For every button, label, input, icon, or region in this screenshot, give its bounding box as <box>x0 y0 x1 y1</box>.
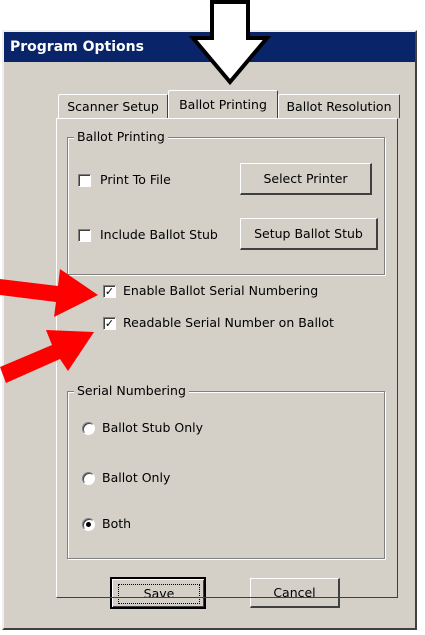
checkbox-label: Enable Ballot Serial Numbering <box>123 283 319 298</box>
radio-label: Ballot Only <box>102 470 171 485</box>
readable-serial-number-checkbox[interactable]: ✓ Readable Serial Number on Ballot <box>103 315 373 333</box>
checkbox-box[interactable]: ✓ <box>103 285 116 298</box>
checkbox-box[interactable] <box>78 174 91 187</box>
checkbox-box[interactable]: ✓ <box>103 317 116 330</box>
check-mark-icon: ✓ <box>104 285 115 298</box>
button-label: Setup Ballot Stub <box>254 226 363 241</box>
check-mark-icon: ✓ <box>104 317 115 330</box>
tab-ballot-printing[interactable]: Ballot Printing <box>168 90 278 118</box>
radio-label: Ballot Stub Only <box>102 420 204 435</box>
setup-ballot-stub-button[interactable]: Setup Ballot Stub <box>240 218 378 250</box>
radio-button[interactable] <box>82 472 95 485</box>
radio-selected-dot-icon <box>86 522 91 527</box>
checkbox-label: Include Ballot Stub <box>100 227 218 242</box>
checkbox-label: Print To File <box>100 172 171 187</box>
radio-ballot-stub-only[interactable]: Ballot Stub Only <box>82 420 282 438</box>
serial-numbering-group: Serial Numbering Ballot Stub Only Ballot… <box>67 383 385 559</box>
annotation-down-arrow-icon <box>188 0 272 86</box>
tab-label: Ballot Printing <box>179 97 267 112</box>
tab-scanner-setup[interactable]: Scanner Setup <box>58 94 168 118</box>
checkbox-box[interactable] <box>78 229 91 242</box>
group-label: Serial Numbering <box>74 383 189 399</box>
tab-label: Ballot Resolution <box>286 99 392 114</box>
include-ballot-stub-checkbox[interactable]: Include Ballot Stub <box>78 227 228 245</box>
print-to-file-checkbox[interactable]: Print To File <box>78 172 228 190</box>
enable-serial-numbering-checkbox[interactable]: ✓ Enable Ballot Serial Numbering <box>103 283 363 301</box>
radio-label: Both <box>102 516 132 531</box>
select-printer-button[interactable]: Select Printer <box>240 163 372 195</box>
annotation-red-arrow-icon <box>0 330 94 383</box>
tab-ballot-resolution[interactable]: Ballot Resolution <box>278 94 400 118</box>
tab-panel-ballot-printing: Ballot Printing Print To File Select Pri… <box>56 118 398 598</box>
group-label: Ballot Printing <box>74 129 168 145</box>
button-label: Select Printer <box>263 171 348 186</box>
radio-button[interactable] <box>82 518 95 531</box>
checkbox-label: Readable Serial Number on Ballot <box>123 315 334 330</box>
tab-label: Scanner Setup <box>67 99 159 114</box>
radio-button[interactable] <box>82 422 95 435</box>
radio-ballot-only[interactable]: Ballot Only <box>82 470 282 488</box>
ballot-printing-group: Ballot Printing Print To File Select Pri… <box>67 129 385 275</box>
radio-both[interactable]: Both <box>82 516 282 534</box>
